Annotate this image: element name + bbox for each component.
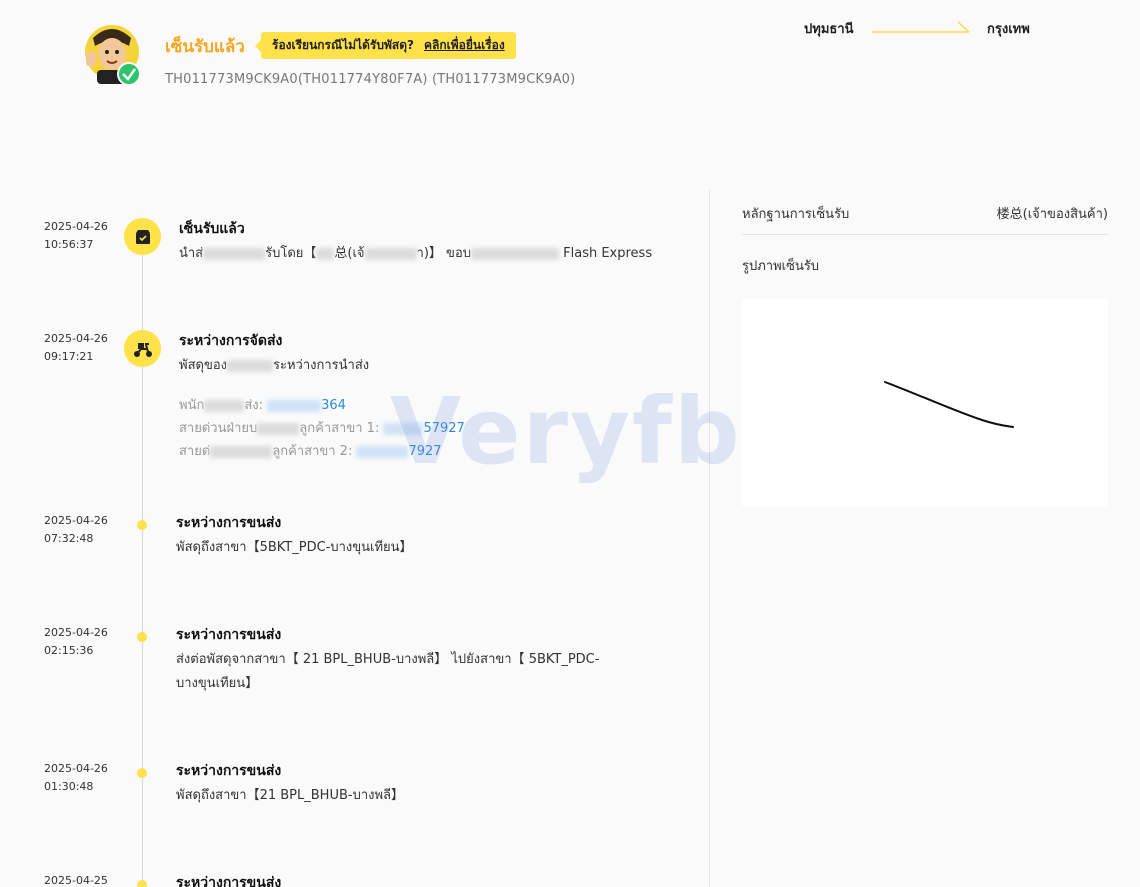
event-datetime: 2025-04-26 07:32:48: [44, 512, 108, 548]
event-time: 01:30:48: [44, 780, 94, 793]
event-date: 2025-04-26: [44, 514, 108, 527]
hotline-2-row: สายด่ ลูกค้าสาขา 2: 7927: [179, 444, 442, 459]
event-datetime: 2025-04-26 02:15:36: [44, 624, 108, 660]
event-title: ระหว่างการขนส่ง: [176, 763, 282, 779]
redacted-text: [257, 422, 300, 435]
courier-phone-link[interactable]: 364: [321, 398, 346, 413]
event-description: พัสดุถึงสาขา【21 BPL_BHUB-บางพลี】: [176, 788, 405, 803]
event-time: 07:32:48: [44, 532, 94, 545]
courier-phone-row: พนัก ส่ง: 364: [179, 398, 346, 413]
tracking-timeline: 2025-04-26 10:56:37 เซ็นรับแล้ว นำส่ รับโ…: [0, 190, 710, 887]
signature-proof-label: หลักฐานการเซ็นรับ: [742, 207, 850, 222]
event-date: 2025-04-25: [44, 874, 108, 887]
tracking-numbers: TH011773M9CK9A0(TH011774Y80F7A) (TH01177…: [165, 72, 576, 87]
redacted-text: [210, 445, 273, 458]
redacted-text: [383, 422, 424, 435]
hotline-2-phone-link[interactable]: 7927: [408, 444, 441, 459]
event-description: พัสดุของ ระหว่างการนำส่ง: [179, 358, 370, 373]
courier-contact-info: พนัก ส่ง: 364 สายด่วนฝ่ายบ ลูกค้าสาขา 1: 5…: [179, 394, 465, 463]
redacted-text: [364, 247, 417, 260]
event-time: 02:15:36: [44, 644, 94, 657]
redacted-text: [227, 359, 273, 372]
event-title: ระหว่างการขนส่ง: [176, 875, 282, 887]
event-description: ส่งต่อพัสดุจากสาขา【 21 BPL_BHUB-บางพลี】 …: [176, 652, 600, 691]
event-time: 09:17:21: [44, 350, 94, 363]
box-check-icon: [124, 218, 161, 255]
event-time: 10:56:37: [44, 238, 94, 251]
event-date: 2025-04-26: [44, 220, 108, 233]
event-description: นำส่ รับโดย【 总(เจ้ า)】 ขอบ Flash Express: [179, 246, 653, 261]
redacted-text: [204, 399, 245, 412]
event-title: ระหว่างการขนส่ง: [176, 627, 282, 643]
event-datetime: 2025-04-25: [44, 872, 108, 887]
hotline-1-phone-link[interactable]: 57927: [423, 421, 464, 436]
proof-divider: [742, 234, 1108, 235]
event-datetime: 2025-04-26 01:30:48: [44, 760, 108, 796]
redacted-text: [471, 247, 559, 260]
event-date: 2025-04-26: [44, 332, 108, 345]
signature-photo-label: รูปภาพเซ็นรับ: [742, 259, 820, 274]
event-date: 2025-04-26: [44, 626, 108, 639]
event-datetime: 2025-04-26 10:56:37: [44, 218, 108, 254]
complaint-text: ร้องเรียนกรณีไม่ได้รับพัสดุ?: [272, 38, 414, 52]
route-origin: ปทุมธานี: [804, 22, 854, 37]
event-datetime: 2025-04-26 09:17:21: [44, 330, 108, 366]
file-complaint-link[interactable]: คลิกเพื่อยื่นเรื่อง: [424, 36, 505, 55]
event-title: เซ็นรับแล้ว: [179, 221, 245, 237]
event-date: 2025-04-26: [44, 762, 108, 775]
signature-image[interactable]: [742, 298, 1108, 506]
route-destination: กรุงเทพ: [987, 22, 1030, 37]
redacted-text: [203, 247, 266, 260]
courier-mascot-icon: [85, 25, 141, 86]
event-title: ระหว่างการขนส่ง: [176, 515, 282, 531]
redacted-text: [267, 399, 322, 412]
route-arrow-icon: [872, 21, 970, 33]
timeline-dot: [137, 632, 147, 642]
timeline-dot: [137, 768, 147, 778]
timeline-line: [142, 230, 143, 887]
event-title: ระหว่างการจัดส่ง: [179, 333, 283, 349]
panel-divider: [709, 190, 710, 887]
redacted-text: [356, 445, 409, 458]
redacted-text: [316, 247, 335, 260]
delivery-status-title: เซ็นรับแล้ว: [165, 37, 245, 57]
signature-proof-value: 楼总(เจ้าของสินค้า): [996, 207, 1108, 222]
event-description: พัสดุถึงสาขา【5BKT_PDC-บางขุนเทียน】: [176, 540, 413, 555]
shipment-header: เซ็นรับแล้ว ร้องเรียนกรณีไม่ได้รับพัสดุ?…: [0, 0, 1140, 110]
timeline-dot: [137, 880, 147, 887]
complaint-banner: ร้องเรียนกรณีไม่ได้รับพัสดุ? คลิกเพื่อยื…: [255, 32, 516, 59]
timeline-dot: [137, 520, 147, 530]
scooter-icon: [124, 330, 161, 367]
hotline-1-row: สายด่วนฝ่ายบ ลูกค้าสาขา 1: 57927: [179, 421, 465, 436]
